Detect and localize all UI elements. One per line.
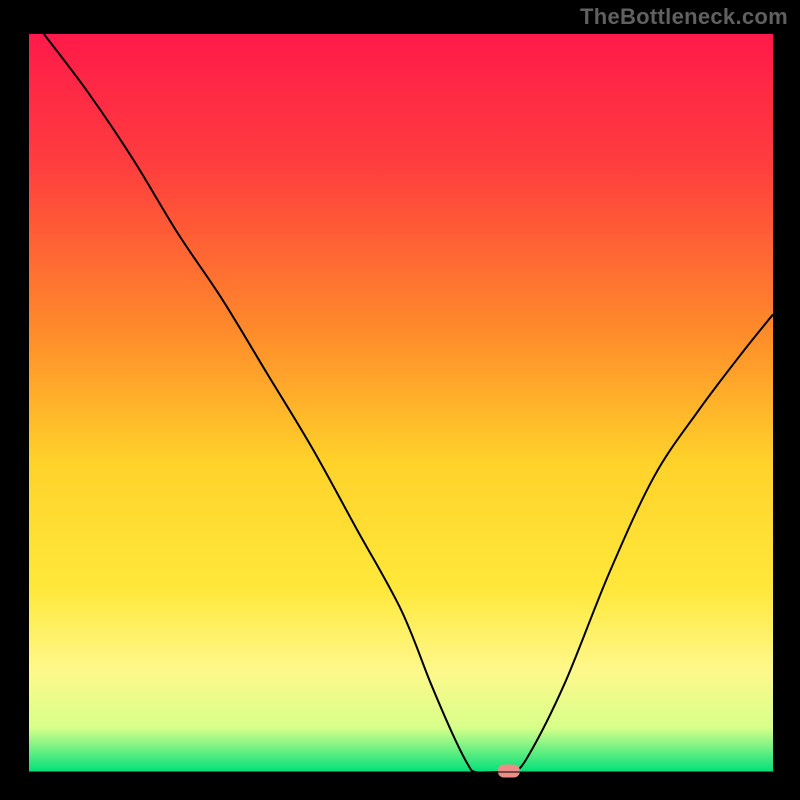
bottleneck-chart [0,0,800,800]
plot-background [29,34,773,772]
optimal-marker [498,765,520,778]
watermark-text: TheBottleneck.com [580,4,788,30]
chart-container: TheBottleneck.com [0,0,800,800]
